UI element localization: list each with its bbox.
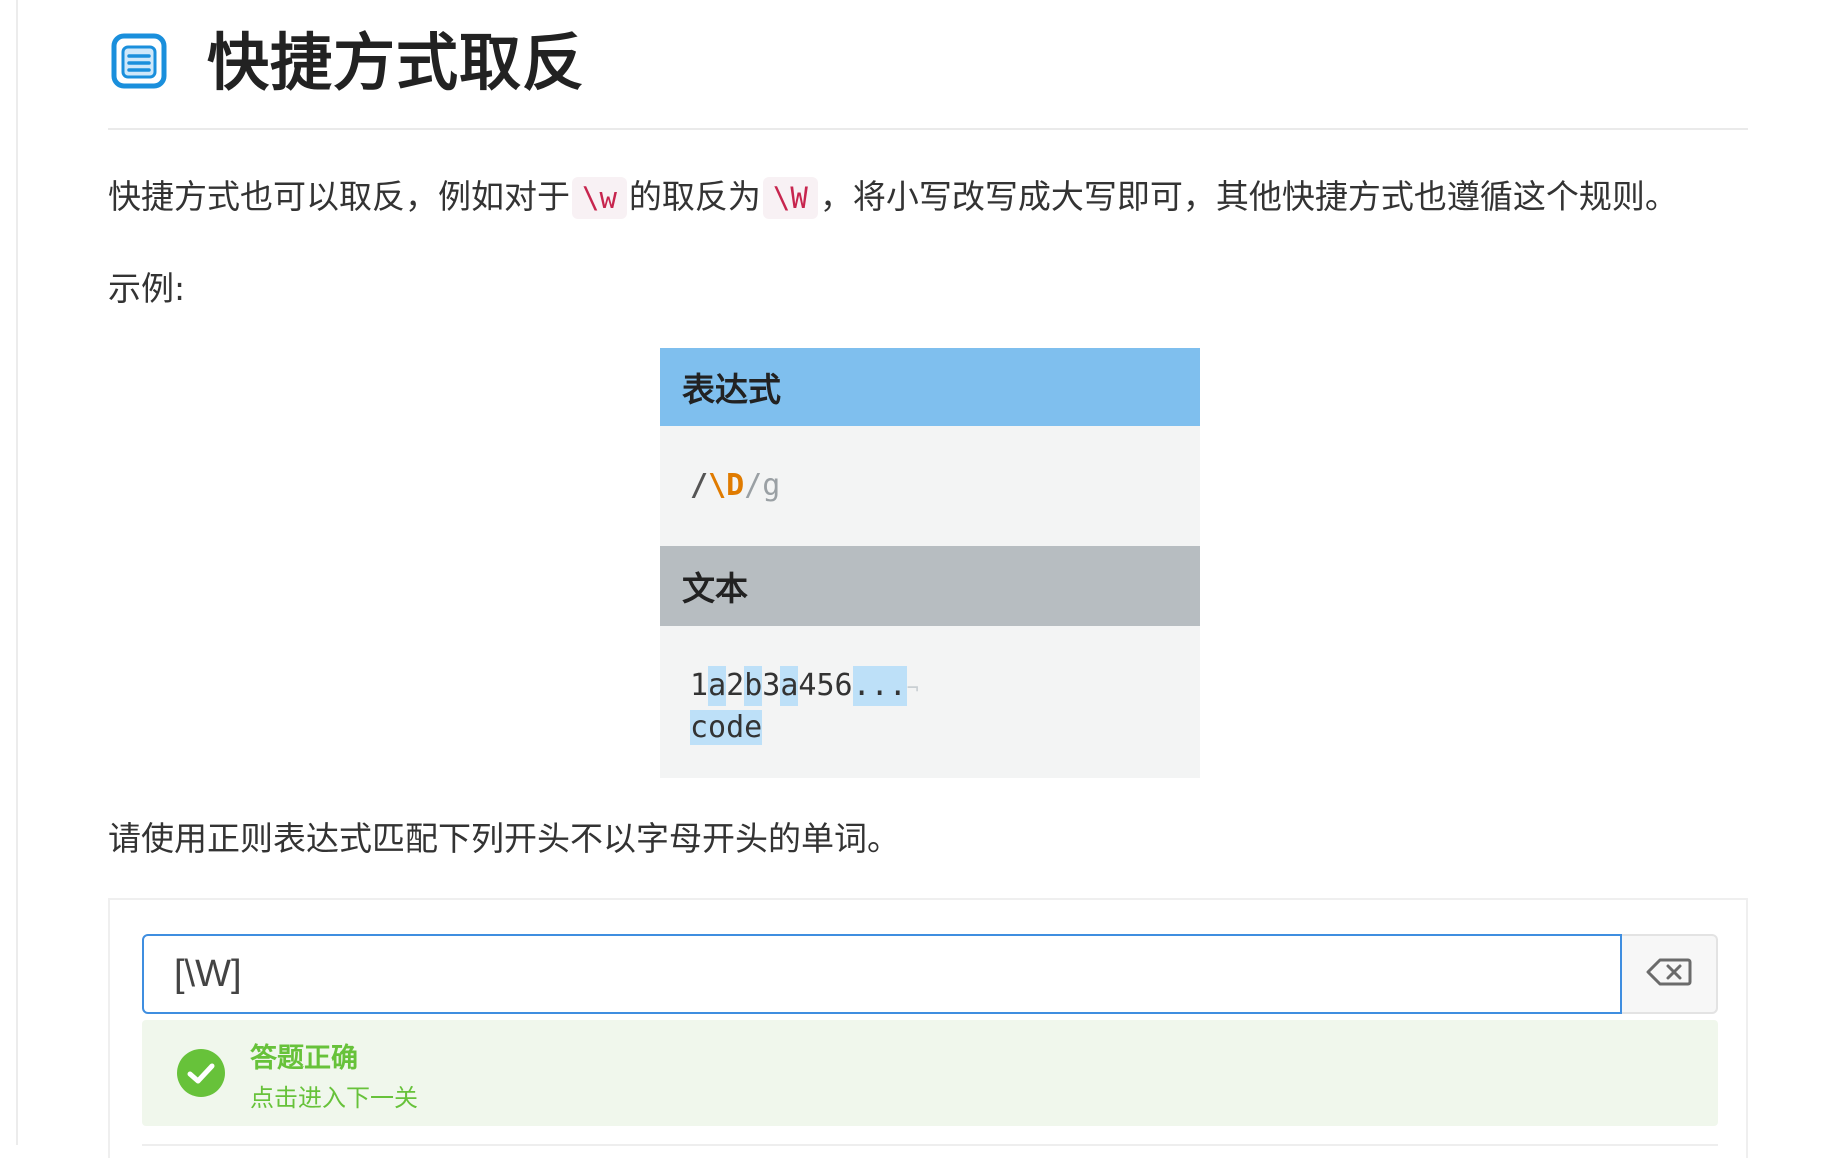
sample-text-line-2: code [690, 708, 919, 748]
sample-char: 4 [798, 668, 817, 703]
backspace-icon [1646, 957, 1692, 991]
sample-text-line-1: 1a2b3a456...¬ [690, 666, 919, 708]
highlighted-match: code [690, 710, 763, 745]
expression-header: 表达式 [660, 348, 1200, 426]
title-divider [108, 128, 1748, 130]
example-figure: 表达式 /\D/g 文本 1a2b3a456...¬ code [660, 348, 1200, 778]
page-border [16, 0, 18, 1145]
intro-text-1: 快捷方式也可以取反，例如对于 [108, 177, 570, 216]
clear-button[interactable] [1622, 934, 1718, 1014]
intro-paragraph: 快捷方式也可以取反，例如对于 \w 的取反为 \W ，将小写改写成大写即可，其他快捷方式… [108, 176, 1678, 219]
line-end-marker: ¬ [906, 676, 919, 700]
document-list-icon [108, 33, 167, 93]
exercise-divider [142, 1144, 1718, 1146]
highlighted-match-char: . [870, 666, 889, 706]
expression-header-label: 表达式 [682, 370, 781, 409]
text-header-label: 文本 [682, 569, 748, 608]
text-header: 文本 [660, 546, 1200, 626]
answer-input-group [142, 934, 1718, 1014]
example-label: 示例: [108, 269, 186, 308]
regex-suffix: /g [744, 468, 781, 503]
intro-text-2: 的取反为 [628, 177, 761, 216]
exercise-panel: 答题正确 点击进入下一关 [108, 898, 1748, 1158]
result-title: 答题正确 [250, 1043, 358, 1074]
sample-char: 5 [816, 668, 835, 703]
sample-char: 1 [690, 668, 709, 703]
regex-core: \D [708, 468, 745, 503]
sample-text: 1a2b3a456...¬ code [690, 666, 919, 748]
sample-char: 2 [726, 668, 745, 703]
task-description: 请使用正则表达式匹配下列开头不以字母开头的单词。 [108, 819, 900, 858]
highlighted-match-char: a [708, 666, 727, 706]
highlighted-match-char: . [852, 666, 871, 706]
title-row: 快捷方式取反 [108, 18, 585, 108]
inline-code-upper-w: \W [762, 177, 818, 219]
expression-body: /\D/g [660, 426, 1200, 546]
highlighted-match-char: b [744, 666, 763, 706]
regex-prefix: / [690, 468, 709, 503]
text-body: 1a2b3a456...¬ code [660, 626, 1200, 778]
result-success-box: 答题正确 点击进入下一关 [142, 1020, 1718, 1126]
highlighted-match-char: a [780, 666, 799, 706]
inline-code-lower-w: \w [572, 177, 627, 219]
page-title: 快捷方式取反 [207, 26, 586, 99]
regex-expression: /\D/g [690, 468, 780, 503]
highlighted-match-char: . [888, 666, 907, 706]
sample-char: 3 [762, 668, 781, 703]
answer-input[interactable] [142, 934, 1622, 1014]
next-level-link[interactable]: 点击进入下一关 [250, 1078, 418, 1113]
sample-char: 6 [834, 668, 853, 703]
intro-text-3: ，将小写改写成大写即可，其他快捷方式也遵循这个规则。 [819, 177, 1678, 216]
